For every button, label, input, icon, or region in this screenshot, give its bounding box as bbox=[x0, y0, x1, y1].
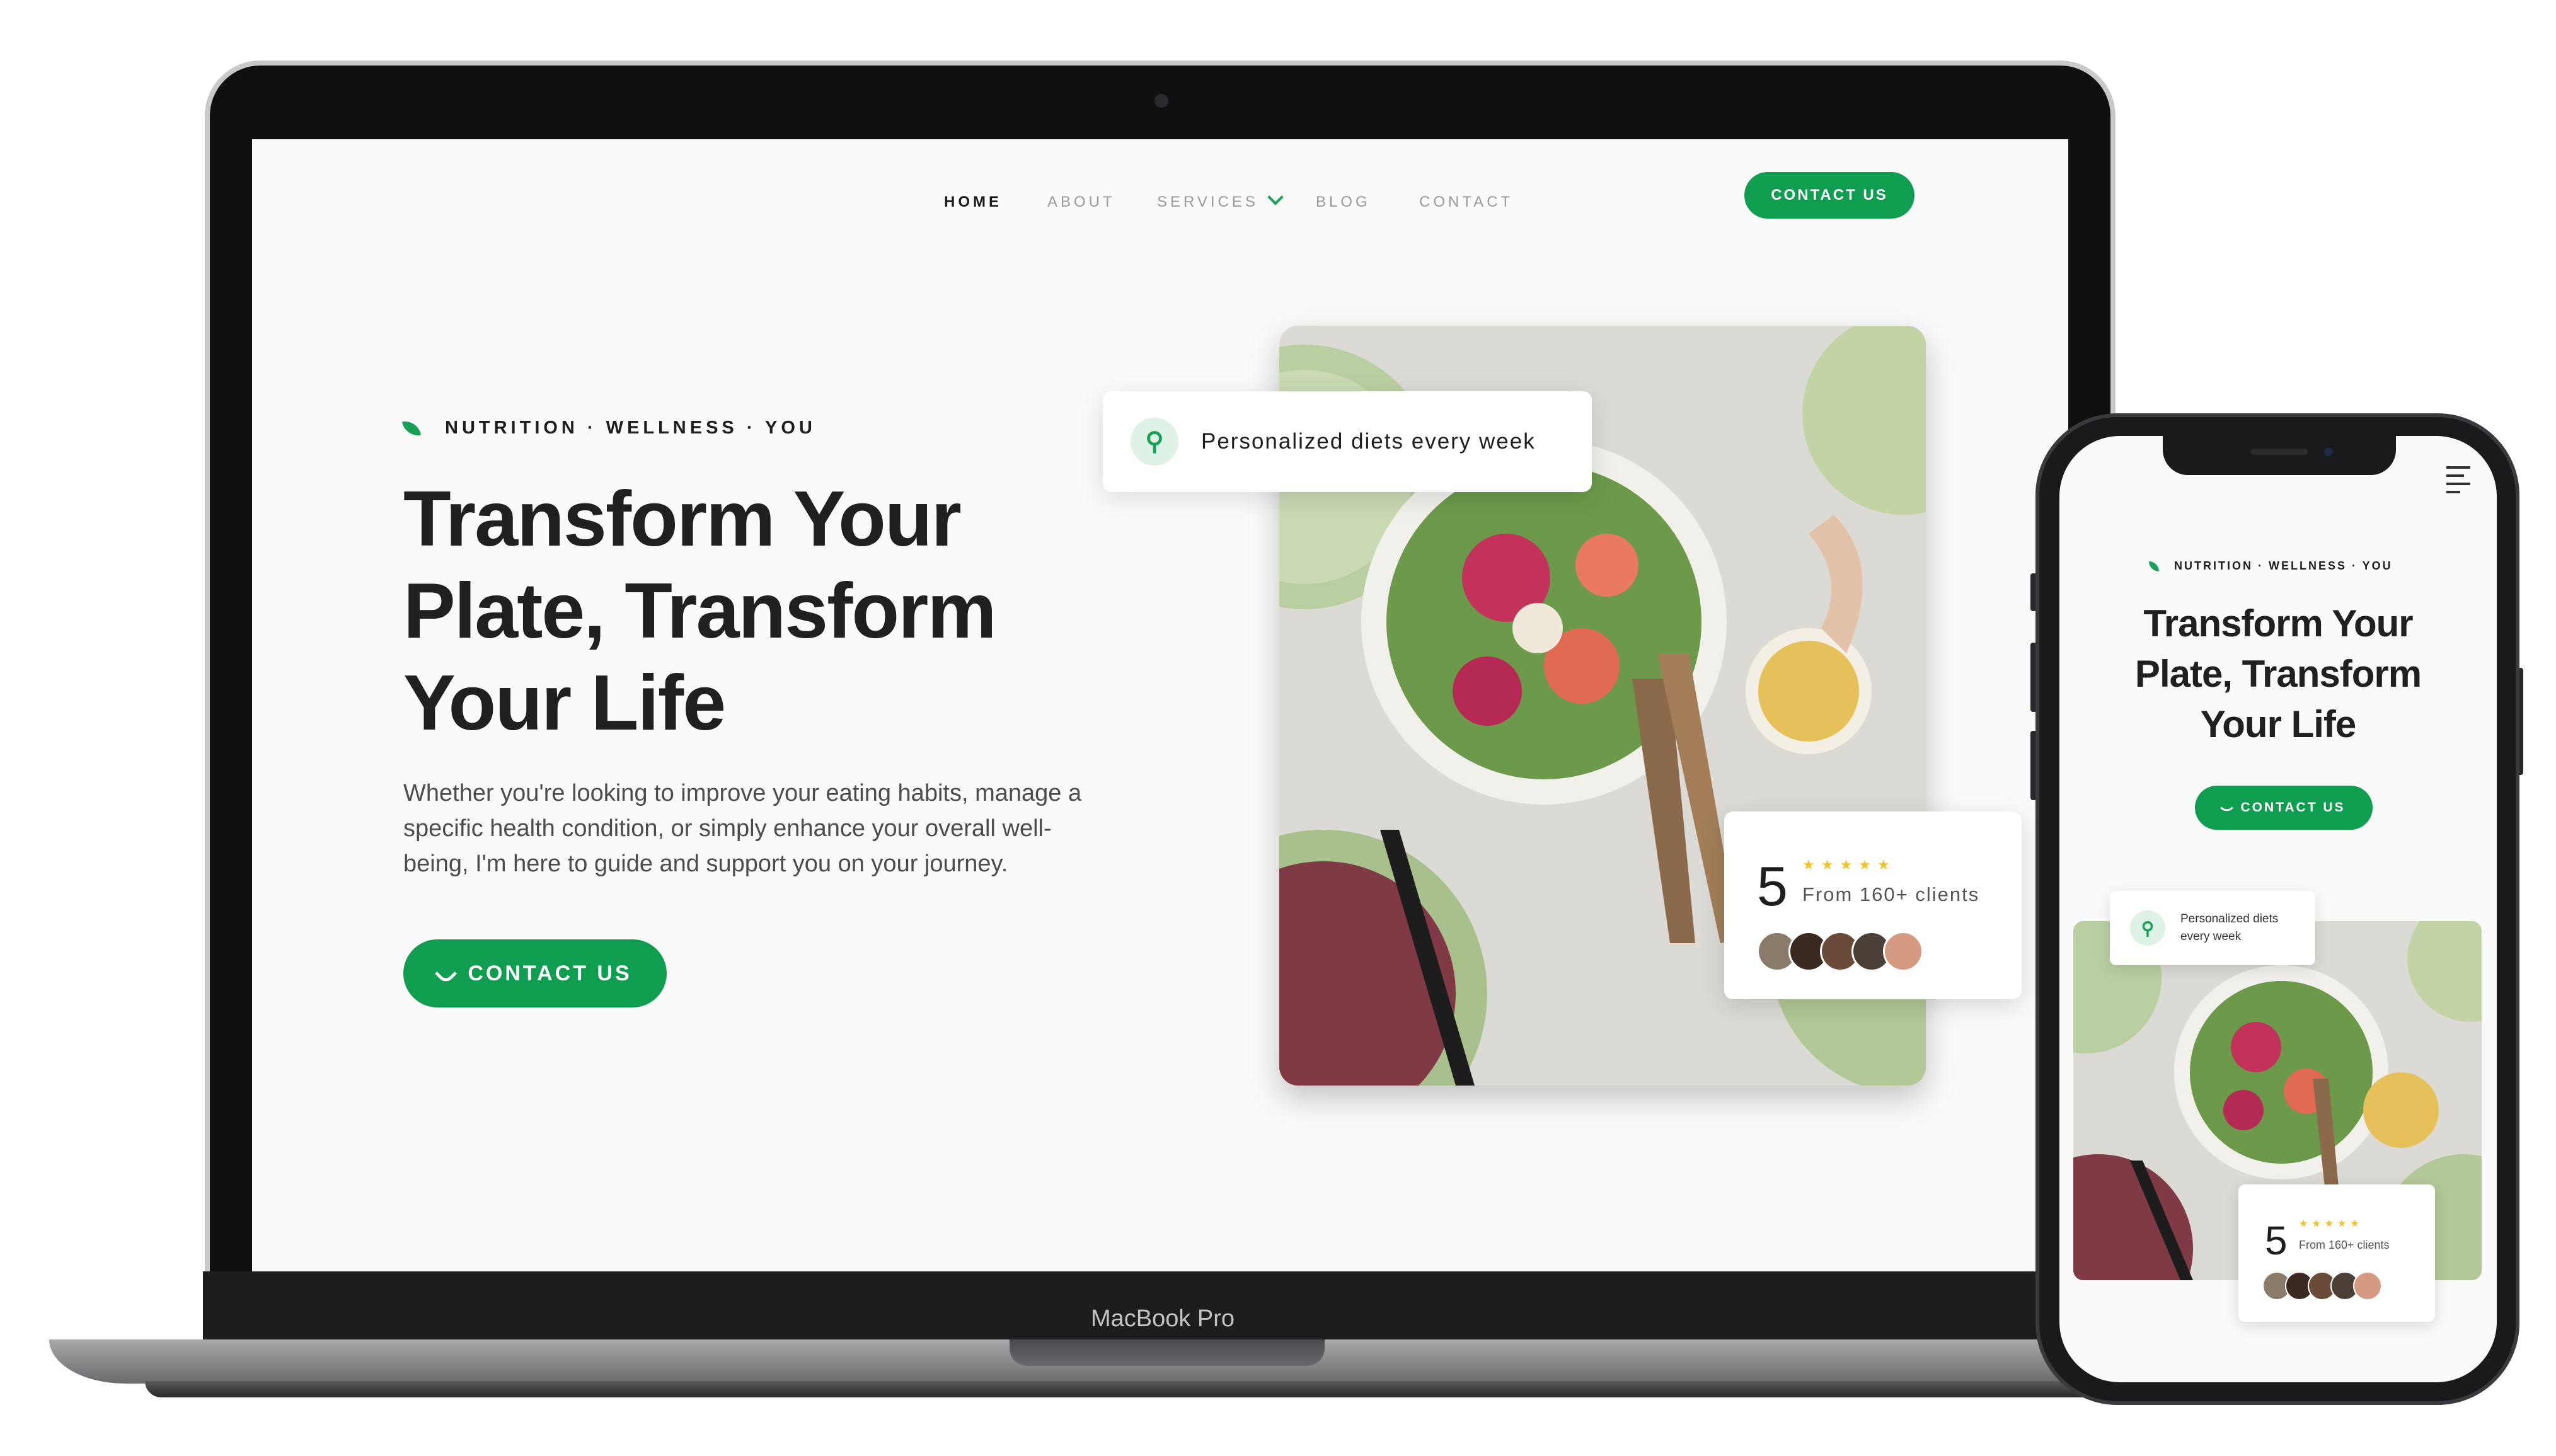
hero-contact-label: CONTACT US bbox=[468, 961, 632, 985]
hero-eyebrow-text: NUTRITION · WELLNESS · YOU bbox=[445, 418, 816, 438]
nav-services[interactable]: SERVICES bbox=[1157, 189, 1284, 211]
hero-contact-button[interactable]: CONTACT US bbox=[403, 939, 667, 1007]
leaf-icon bbox=[401, 418, 422, 438]
hero-description: Whether you're looking to improve your e… bbox=[403, 780, 1082, 877]
hero-title: Transform Your Plate, Transform Your Lif… bbox=[403, 473, 1128, 749]
laptop-brand-label: MacBook Pro bbox=[1090, 1305, 1235, 1332]
chevron-down-icon bbox=[1267, 189, 1284, 205]
phone-speaker bbox=[2251, 449, 2308, 455]
mobile-contact-button[interactable]: CONTACT US bbox=[2195, 786, 2373, 830]
nav-contact-button[interactable]: CONTACT US bbox=[1744, 172, 1914, 219]
laptop-screen: HOME ABOUT SERVICES BLOG CONTACT CONTACT… bbox=[252, 139, 2068, 1272]
laptop-camera bbox=[1154, 94, 1168, 108]
laptop-opening-notch bbox=[1010, 1339, 1325, 1366]
mobile-rating-badge: 5 ★★★★★ From 160+ clients bbox=[2238, 1184, 2435, 1322]
nav-about[interactable]: ABOUT bbox=[1047, 193, 1115, 211]
phone-notch bbox=[2163, 436, 2396, 475]
laptop-foot bbox=[145, 1381, 2098, 1397]
mobile-diets-badge-text: Personalized diets every week bbox=[2180, 912, 2279, 943]
hero-title-line-2: Plate, Transform bbox=[403, 568, 997, 655]
mobile-contact-label: CONTACT US bbox=[2240, 800, 2346, 815]
mobile-client-avatars bbox=[2262, 1271, 2382, 1300]
nav-contact[interactable]: CONTACT bbox=[1419, 193, 1513, 211]
client-avatars bbox=[1757, 931, 1923, 972]
mobile-rating-number: 5 bbox=[2265, 1218, 2288, 1263]
avatar bbox=[2353, 1271, 2382, 1300]
leaf-icon bbox=[2149, 561, 2159, 571]
mobile-diets-badge: ⚲ Personalized diets every week bbox=[2110, 891, 2315, 965]
mobile-title-line-2: Plate, Transform bbox=[2134, 653, 2422, 695]
rating-badge: 5 ★★★★★ From 160+ clients bbox=[1724, 811, 2022, 999]
top-nav: HOME ABOUT SERVICES BLOG CONTACT CONTACT… bbox=[252, 139, 2068, 265]
rating-text: From 160+ clients bbox=[1802, 883, 1980, 905]
rating-number: 5 bbox=[1757, 855, 1788, 917]
phone-icon bbox=[2220, 801, 2234, 815]
mobile-eyebrow-text: NUTRITION · WELLNESS · YOU bbox=[2174, 559, 2393, 572]
mobile-hero-title: Transform Your Plate, Transform Your Lif… bbox=[2080, 599, 2477, 750]
nav-home[interactable]: HOME bbox=[944, 193, 1002, 211]
mobile-rating-stars: ★★★★★ bbox=[2299, 1218, 2363, 1229]
hamburger-menu-icon[interactable] bbox=[2446, 466, 2470, 499]
mobile-title-line-1: Transform Your bbox=[2143, 602, 2413, 645]
diets-badge-text: Personalized diets every week bbox=[1201, 429, 1536, 454]
avatar bbox=[1883, 931, 1923, 972]
fork-knife-icon: ⚲ bbox=[2130, 910, 2165, 946]
rating-stars: ★★★★★ bbox=[1802, 857, 1896, 873]
mobile-hero-eyebrow: NUTRITION · WELLNESS · YOU bbox=[2149, 559, 2393, 573]
nav-blog[interactable]: BLOG bbox=[1316, 193, 1371, 211]
fork-knife-icon: ⚲ bbox=[1131, 418, 1178, 466]
hero-title-line-3: Your Life bbox=[403, 660, 726, 747]
phone-camera bbox=[2324, 447, 2333, 456]
nav-services-label: SERVICES bbox=[1157, 193, 1258, 210]
mobile-rating-text: From 160+ clients bbox=[2299, 1239, 2390, 1251]
hero-eyebrow: NUTRITION · WELLNESS · YOU bbox=[401, 418, 816, 439]
phone-icon bbox=[435, 962, 458, 985]
mobile-title-line-3: Your Life bbox=[2200, 703, 2357, 745]
diets-badge: ⚲ Personalized diets every week bbox=[1103, 391, 1592, 492]
hero-title-line-1: Transform Your bbox=[403, 476, 962, 563]
